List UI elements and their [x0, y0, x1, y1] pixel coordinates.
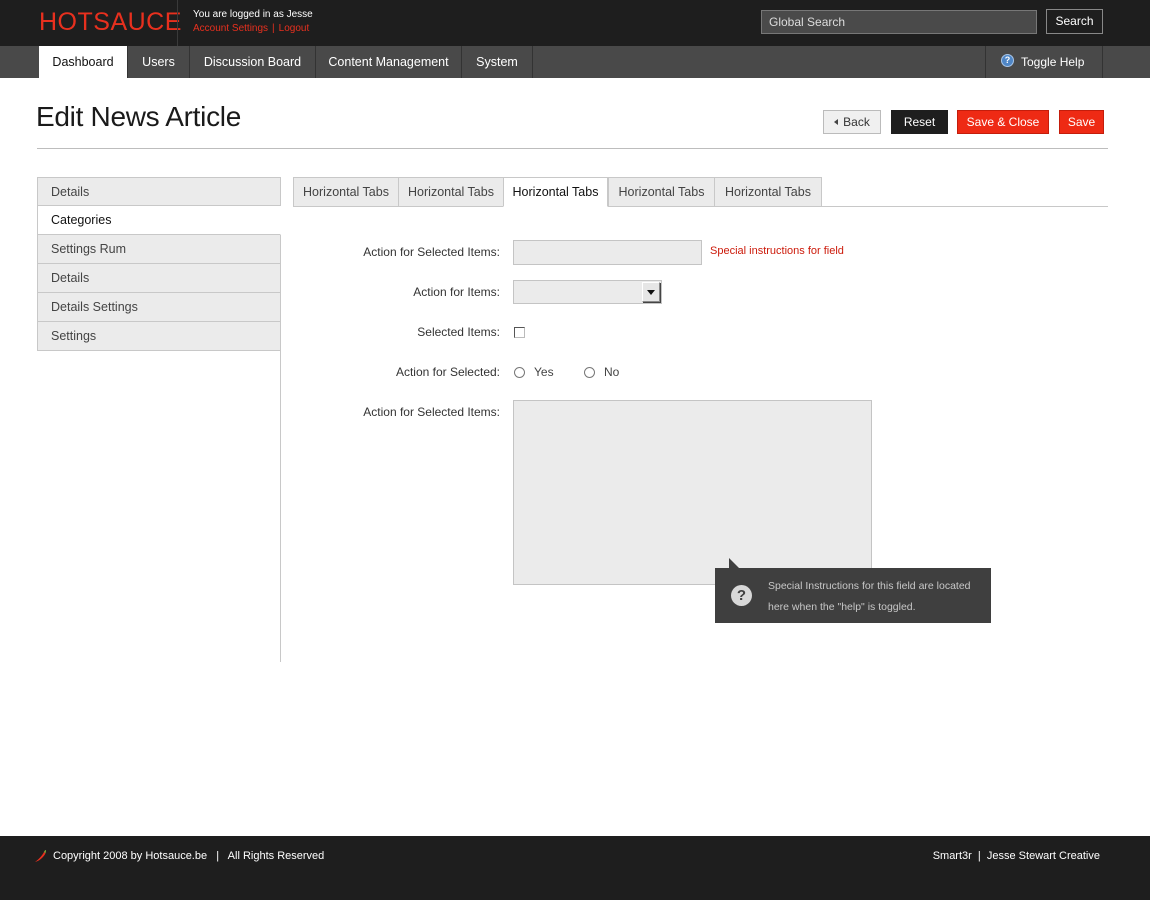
- page-title: Edit News Article: [36, 101, 241, 132]
- nav-users[interactable]: Users: [128, 46, 190, 78]
- field-label: Selected Items:: [417, 325, 500, 339]
- nav-content-management[interactable]: Content Management: [316, 46, 462, 78]
- logout-link[interactable]: Logout: [279, 23, 310, 34]
- header-divider-line: [37, 148, 1108, 149]
- toggle-help-button[interactable]: ? Toggle Help: [985, 46, 1103, 78]
- field-instructions: Special instructions for field: [710, 245, 844, 257]
- back-button[interactable]: Back: [823, 110, 881, 134]
- tab-horizontal-1[interactable]: Horizontal Tabs: [293, 177, 398, 207]
- save-close-button[interactable]: Save & Close: [957, 110, 1049, 134]
- save-button[interactable]: Save: [1059, 110, 1104, 134]
- radio-no[interactable]: [584, 367, 595, 378]
- footer: Copyright 2008 by Hotsauce.be | All Righ…: [0, 836, 1150, 900]
- side-item-details-settings[interactable]: Details Settings: [37, 293, 281, 322]
- side-menu-border: [280, 351, 281, 662]
- field-label: Action for Selected Items:: [363, 405, 500, 419]
- side-menu: Details Categories Settings Rum Details …: [37, 177, 281, 351]
- help-tooltip: ? Special Instructions for this field ar…: [715, 558, 991, 623]
- tab-horizontal-2[interactable]: Horizontal Tabs: [398, 177, 503, 207]
- tab-horizontal-3[interactable]: Horizontal Tabs: [503, 177, 608, 207]
- reset-button[interactable]: Reset: [891, 110, 948, 134]
- account-settings-link[interactable]: Account Settings: [193, 23, 268, 34]
- field-label: Action for Selected Items:: [363, 245, 500, 259]
- link-separator: |: [272, 23, 275, 34]
- top-bar: HOTSAUCE You are logged in as Jesse Acco…: [0, 0, 1150, 46]
- header-divider: [177, 0, 178, 46]
- footer-copyright: Copyright 2008 by Hotsauce.be | All Righ…: [53, 850, 325, 862]
- chevron-down-icon[interactable]: [642, 282, 660, 302]
- side-item-settings-rum[interactable]: Settings Rum: [37, 235, 281, 264]
- tab-horizontal-4[interactable]: Horizontal Tabs: [608, 177, 714, 207]
- radio-no-label: No: [604, 365, 620, 379]
- search-button[interactable]: Search: [1046, 9, 1103, 34]
- login-status: You are logged in as Jesse: [193, 9, 313, 20]
- back-arrow-icon: [834, 119, 839, 125]
- main-nav: Dashboard Users Discussion Board Content…: [0, 46, 1150, 78]
- tabs-baseline: [293, 206, 1108, 207]
- radio-yes[interactable]: [514, 367, 525, 378]
- nav-system[interactable]: System: [462, 46, 533, 78]
- tooltip-text: Special Instructions for this field are …: [768, 580, 971, 613]
- tab-horizontal-5[interactable]: Horizontal Tabs: [714, 177, 822, 207]
- action-items-select[interactable]: [513, 280, 662, 304]
- field-label: Action for Selected:: [395, 365, 500, 379]
- side-item-settings[interactable]: Settings: [37, 322, 281, 351]
- nav-discussion-board[interactable]: Discussion Board: [190, 46, 316, 78]
- selected-items-checkbox[interactable]: [514, 327, 525, 338]
- logo[interactable]: HOTSAUCE: [39, 8, 182, 37]
- field-label: Action for Items:: [413, 285, 500, 299]
- action-selected-items-textarea[interactable]: [513, 400, 872, 585]
- question-circle-icon: ?: [1001, 54, 1014, 67]
- chili-pepper-icon: [35, 850, 46, 862]
- side-item-details-2[interactable]: Details: [37, 264, 281, 293]
- radio-yes-label: Yes: [534, 365, 554, 379]
- tooltip-pointer: [729, 558, 740, 569]
- side-item-categories[interactable]: Categories: [37, 206, 281, 235]
- action-selected-items-input[interactable]: [513, 240, 702, 265]
- toggle-help-label: Toggle Help: [1021, 55, 1085, 69]
- footer-credits: Smart3r | Jesse Stewart Creative: [932, 850, 1100, 862]
- global-search-input[interactable]: Global Search: [761, 10, 1037, 34]
- nav-dashboard[interactable]: Dashboard: [39, 46, 128, 78]
- back-button-label: Back: [843, 115, 870, 129]
- side-item-details[interactable]: Details: [37, 177, 281, 206]
- account-links: Account Settings | Logout: [193, 23, 309, 34]
- question-mark-icon: ?: [731, 585, 752, 606]
